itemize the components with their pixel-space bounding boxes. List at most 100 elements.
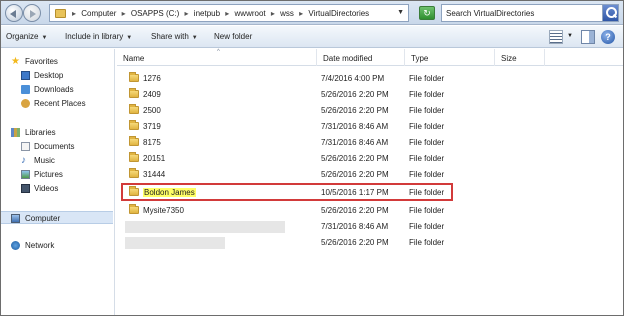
file-name: 2500	[143, 106, 161, 115]
file-row[interactable]: 5/26/2016 2:20 PM File folder	[117, 235, 617, 249]
file-row[interactable]: 20151 5/26/2016 2:20 PM File folder	[117, 151, 617, 165]
file-type: File folder	[409, 74, 445, 83]
include-in-library-button[interactable]: Include in library ▼	[65, 32, 132, 41]
file-row[interactable]: 7/31/2016 8:46 AM File folder	[117, 219, 617, 233]
pictures-icon	[21, 170, 30, 179]
file-name: 2409	[143, 90, 161, 99]
file-date: 5/26/2016 2:20 PM	[321, 206, 389, 215]
refresh-button[interactable]: ↻	[419, 6, 435, 20]
preview-pane-icon[interactable]	[581, 30, 595, 44]
breadcrumb-separator: ▸	[299, 9, 304, 18]
file-name: Mysite7350	[143, 206, 184, 215]
file-row[interactable]: 1276 7/4/2016 4:00 PM File folder	[117, 71, 617, 85]
help-icon[interactable]: ?	[601, 30, 615, 44]
file-row[interactable]: 8175 7/31/2016 8:46 AM File folder	[117, 135, 617, 149]
breadcrumb-separator: ▸	[270, 9, 275, 18]
annotation-highlight-box	[121, 183, 453, 201]
share-with-button[interactable]: Share with ▼	[151, 32, 198, 41]
column-label: Date modified	[323, 54, 373, 63]
star-icon: ★	[11, 56, 20, 67]
nav-label: Recent Places	[34, 99, 86, 108]
file-type: File folder	[409, 138, 445, 147]
nav-network[interactable]: Network	[1, 239, 113, 252]
column-header-type[interactable]: Type	[405, 49, 495, 66]
breadcrumb-separator: ▸	[72, 9, 77, 18]
nav-music[interactable]: ♪ Music	[1, 154, 113, 167]
address-dropdown-icon[interactable]: ▼	[397, 9, 404, 16]
file-name: 20151	[143, 154, 166, 163]
column-header-name[interactable]: Name ^	[117, 49, 317, 66]
refresh-icon: ↻	[423, 8, 431, 18]
file-type: File folder	[409, 222, 445, 231]
column-label: Size	[501, 54, 517, 63]
back-button[interactable]	[5, 4, 23, 22]
file-date: 7/31/2016 8:46 AM	[321, 122, 389, 131]
change-view-icon[interactable]	[549, 30, 563, 44]
share-with-label: Share with	[151, 32, 189, 41]
folder-icon	[129, 72, 139, 82]
breadcrumb-computer[interactable]: Computer	[81, 9, 116, 18]
nav-documents[interactable]: Documents	[1, 140, 113, 153]
folder-icon	[129, 104, 139, 114]
file-date: 5/26/2016 2:20 PM	[321, 238, 389, 247]
file-date: 7/31/2016 8:46 AM	[321, 138, 389, 147]
file-row[interactable]: 2409 5/26/2016 2:20 PM File folder	[117, 87, 617, 101]
nav-videos[interactable]: Videos	[1, 182, 113, 195]
folder-icon	[129, 120, 139, 130]
include-in-library-label: Include in library	[65, 32, 124, 41]
file-type: File folder	[409, 238, 445, 247]
nav-desktop[interactable]: Desktop	[1, 69, 113, 82]
downloads-icon	[21, 85, 30, 94]
file-date: 5/26/2016 2:20 PM	[321, 90, 389, 99]
nav-computer[interactable]: Computer	[1, 211, 113, 224]
folder-icon	[55, 9, 66, 18]
column-header-size[interactable]: Size	[495, 49, 545, 66]
breadcrumb-separator: ▸	[184, 9, 189, 18]
videos-icon	[21, 184, 30, 193]
file-list: Name ^ Date modified Type Size 1276 7/4/…	[117, 49, 623, 315]
address-bar[interactable]: ▸ Computer ▸ OSAPPS (C:) ▸ inetpub ▸ www…	[49, 4, 409, 22]
folder-icon	[129, 168, 139, 178]
breadcrumb-separator: ▸	[121, 9, 126, 18]
file-row[interactable]: 2500 5/26/2016 2:20 PM File folder	[117, 103, 617, 117]
file-row[interactable]: 31444 5/26/2016 2:20 PM File folder	[117, 167, 617, 181]
new-folder-button[interactable]: New folder	[214, 32, 252, 41]
file-type: File folder	[409, 154, 445, 163]
file-row[interactable]: 3719 7/31/2016 8:46 AM File folder	[117, 119, 617, 133]
nav-label: Documents	[34, 142, 75, 151]
organize-button[interactable]: Organize ▼	[6, 32, 47, 41]
nav-label: Desktop	[34, 71, 64, 80]
breadcrumb-wss[interactable]: wss	[280, 9, 294, 18]
column-label: Type	[411, 54, 429, 63]
nav-favorites[interactable]: ★ Favorites	[1, 55, 113, 68]
breadcrumb-virtualdirectories[interactable]: VirtualDirectories	[308, 9, 369, 18]
nav-recent-places[interactable]: Recent Places	[1, 97, 113, 110]
breadcrumb-osapps[interactable]: OSAPPS (C:)	[131, 9, 179, 18]
nav-downloads[interactable]: Downloads	[1, 83, 113, 96]
command-bar: Organize ▼ Include in library ▼ Share with…	[1, 26, 623, 48]
breadcrumb-inetpub[interactable]: inetpub	[194, 9, 220, 18]
search-placeholder: Search VirtualDirectories	[446, 9, 535, 18]
breadcrumb-wwwroot[interactable]: wwwroot	[235, 9, 266, 18]
chevron-down-icon[interactable]: ▼	[567, 33, 573, 39]
search-icon[interactable]	[602, 5, 618, 21]
libraries-icon	[11, 128, 20, 137]
forward-arrow-icon	[30, 10, 36, 18]
chevron-down-icon: ▼	[191, 35, 198, 41]
column-header-date-modified[interactable]: Date modified	[317, 49, 405, 66]
back-arrow-icon	[10, 10, 16, 18]
column-header-row: Name ^ Date modified Type Size	[117, 49, 623, 66]
nav-label: Videos	[34, 184, 59, 193]
forward-button[interactable]	[23, 4, 41, 22]
file-name: 3719	[143, 122, 161, 131]
file-type: File folder	[409, 122, 445, 131]
file-type: File folder	[409, 106, 445, 115]
column-label: Name	[123, 54, 145, 63]
nav-label: Music	[34, 156, 55, 165]
nav-libraries[interactable]: Libraries	[1, 126, 113, 139]
folder-icon	[129, 136, 139, 146]
nav-pictures[interactable]: Pictures	[1, 168, 113, 181]
file-row[interactable]: Mysite7350 5/26/2016 2:20 PM File folder	[117, 203, 617, 217]
search-input[interactable]: Search VirtualDirectories	[441, 4, 619, 22]
desktop-icon	[21, 71, 30, 80]
